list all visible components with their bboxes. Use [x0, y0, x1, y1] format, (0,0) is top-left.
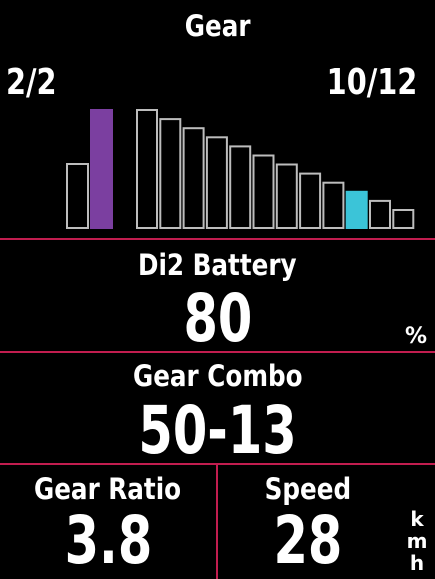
speed-unit-k: k — [410, 507, 424, 531]
combo-value-text: 50-13 — [138, 392, 297, 469]
rear-cog-bar-6 — [252, 154, 275, 229]
speed-value: 28 — [218, 502, 398, 579]
speed-unit-m: m — [406, 529, 428, 553]
gear-chart — [66, 109, 415, 230]
ratio-value: 3.8 — [0, 502, 216, 579]
rear-gear-text: 10/12 — [326, 62, 417, 103]
battery-title-text: Di2 Battery — [138, 248, 297, 282]
gear-title-text: Gear — [184, 9, 251, 43]
rear-cog-bar-3 — [182, 127, 205, 230]
cycling-computer-screen: Gear 2/2 10/12 Di2 Battery 80 % Gear Com… — [0, 0, 435, 579]
combo-title: Gear Combo — [0, 359, 435, 393]
rear-cog-bar-2 — [159, 118, 182, 230]
ratio-title-text: Gear Ratio — [34, 472, 182, 506]
battery-title: Di2 Battery — [0, 248, 435, 282]
battery-value-text: 80 — [183, 280, 252, 357]
rear-cog-bar-8 — [299, 172, 322, 229]
rear-cog-bar-5 — [229, 145, 252, 229]
speed-unit: k m h — [405, 508, 429, 574]
speed-title: Speed — [218, 472, 398, 506]
rear-cog-bar-11 — [369, 199, 391, 230]
battery-unit: % — [404, 324, 427, 349]
front-chainring-bar-1 — [66, 163, 89, 229]
speed-value-text: 28 — [273, 502, 343, 579]
battery-value: 80 — [0, 280, 435, 357]
combo-value: 50-13 — [0, 392, 435, 469]
divider-2 — [0, 351, 435, 353]
rear-cog-bar-12 — [392, 209, 415, 229]
front-chainring-bar-2 — [90, 109, 113, 229]
rear-cog-bar-1 — [136, 109, 158, 229]
rear-cog-bar-4 — [205, 136, 228, 229]
divider-1 — [0, 238, 435, 240]
ratio-title: Gear Ratio — [0, 472, 216, 506]
rear-cog-bar-7 — [275, 163, 298, 229]
front-gear-position: 2/2 — [6, 62, 69, 103]
gear-title: Gear — [0, 9, 435, 43]
rear-gear-position: 10/12 — [304, 62, 417, 103]
front-gear-text: 2/2 — [6, 62, 57, 103]
speed-unit-h: h — [409, 551, 425, 575]
rear-cog-bar-9 — [322, 181, 345, 229]
rear-cog-bar-10 — [345, 190, 368, 230]
combo-title-text: Gear Combo — [132, 359, 303, 393]
ratio-value-text: 3.8 — [64, 502, 152, 579]
speed-title-text: Speed — [264, 472, 352, 506]
